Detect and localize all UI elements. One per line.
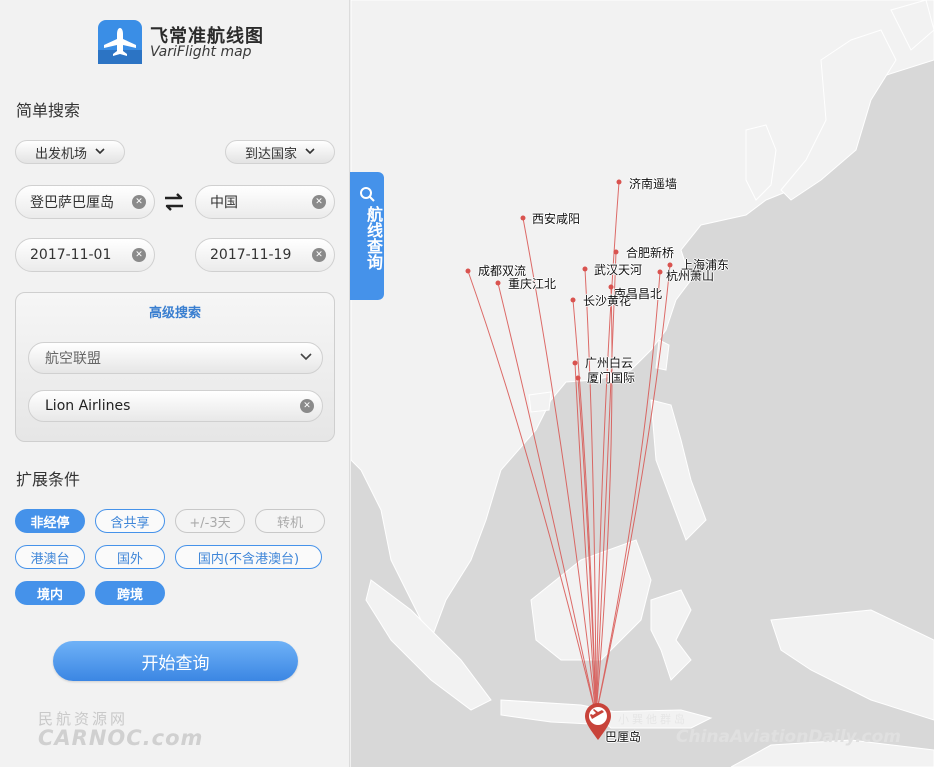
map-region-label: 小巽他群岛: [618, 713, 688, 726]
clear-icon[interactable]: ✕: [132, 248, 146, 262]
city-dot[interactable]: [613, 249, 619, 255]
clear-icon[interactable]: ✕: [300, 399, 314, 413]
clear-icon[interactable]: ✕: [312, 248, 326, 262]
clear-icon[interactable]: ✕: [312, 195, 326, 209]
city-dot[interactable]: [572, 360, 578, 366]
dest-input[interactable]: 中国 ✕: [195, 185, 335, 219]
airline-value: Lion Airlines: [45, 398, 131, 414]
logo-title-en: VariFlight map: [150, 44, 252, 60]
date-from-input[interactable]: 2017-11-01 ✕: [15, 238, 155, 272]
city-label[interactable]: 长沙黄花: [583, 292, 631, 309]
city-label[interactable]: 厦门国际: [587, 369, 635, 386]
tag-hk-macau-tw[interactable]: 港澳台: [15, 545, 85, 569]
watermark-chinaaviationdaily: ChinaAviationDaily.com: [676, 727, 902, 747]
tag-plus-minus-3d[interactable]: +/-3天: [175, 509, 245, 533]
dest-value: 中国: [210, 195, 238, 211]
alliance-dropdown[interactable]: 航空联盟: [28, 342, 323, 374]
route-map[interactable]: 济南遥墙 西安咸阳 合肥新桥 武汉天河 成都双流 重庆江北 上海浦东 杭州萧山 …: [351, 0, 934, 767]
search-icon: [359, 186, 375, 206]
plane-logo-icon: [98, 20, 142, 64]
city-dot[interactable]: [575, 375, 581, 381]
tag-nonstop[interactable]: 非经停: [15, 509, 85, 533]
simple-search-title: 简单搜索: [16, 101, 81, 120]
city-dot[interactable]: [608, 284, 614, 290]
city-dot[interactable]: [582, 266, 588, 272]
start-search-button[interactable]: 开始查询: [53, 641, 298, 681]
extended-conditions-title: 扩展条件: [16, 470, 81, 489]
tag-domestic-mainland[interactable]: 国内(不含港澳台): [175, 545, 322, 569]
origin-type-label: 出发机场: [34, 146, 87, 162]
tag-within-border[interactable]: 境内: [15, 581, 85, 605]
route-query-tab[interactable]: 航线查询: [350, 172, 384, 300]
origin-label[interactable]: 巴厘岛: [605, 728, 641, 745]
origin-input[interactable]: 登巴萨巴厘岛 ✕: [15, 185, 155, 219]
dest-type-dropdown[interactable]: 到达国家: [225, 140, 335, 164]
clear-icon[interactable]: ✕: [132, 195, 146, 209]
city-dot[interactable]: [657, 269, 663, 275]
city-label[interactable]: 济南遥墙: [629, 175, 677, 192]
city-dot[interactable]: [495, 280, 501, 286]
sidebar: 飞常准航线图 VariFlight map 简单搜索 出发机场 到达国家 登巴萨…: [0, 0, 350, 767]
swap-icon[interactable]: [162, 190, 186, 214]
city-dot[interactable]: [465, 268, 471, 274]
city-label[interactable]: 重庆江北: [508, 275, 556, 292]
map-canvas: [351, 0, 934, 767]
chevron-down-icon: [95, 147, 105, 158]
city-dot[interactable]: [520, 215, 526, 221]
city-label[interactable]: 武汉天河: [594, 261, 642, 278]
airline-input[interactable]: Lion Airlines ✕: [28, 390, 323, 422]
watermark-carnoc-en: CARNOC.com: [38, 726, 204, 750]
chevron-down-icon: [300, 351, 312, 364]
tag-cross-border[interactable]: 跨境: [95, 581, 165, 605]
date-to-value: 2017-11-19: [210, 247, 292, 263]
origin-value: 登巴萨巴厘岛: [30, 195, 114, 211]
city-label[interactable]: 合肥新桥: [626, 244, 674, 261]
tag-transfer[interactable]: 转机: [255, 509, 325, 533]
city-label[interactable]: 西安咸阳: [532, 210, 580, 227]
origin-type-dropdown[interactable]: 出发机场: [15, 140, 125, 164]
advanced-search-title[interactable]: 高级搜索: [0, 302, 350, 321]
tag-international[interactable]: 国外: [95, 545, 165, 569]
dest-type-label: 到达国家: [244, 146, 297, 162]
city-dot[interactable]: [616, 179, 622, 185]
alliance-placeholder: 航空联盟: [45, 351, 101, 367]
route-query-tab-label: 航线查询: [364, 206, 383, 270]
date-from-value: 2017-11-01: [30, 247, 112, 263]
city-label[interactable]: 杭州萧山: [666, 267, 714, 284]
chevron-down-icon: [305, 147, 315, 158]
city-dot[interactable]: [570, 297, 576, 303]
tag-codeshare[interactable]: 含共享: [95, 509, 165, 533]
date-to-input[interactable]: 2017-11-19 ✕: [195, 238, 335, 272]
